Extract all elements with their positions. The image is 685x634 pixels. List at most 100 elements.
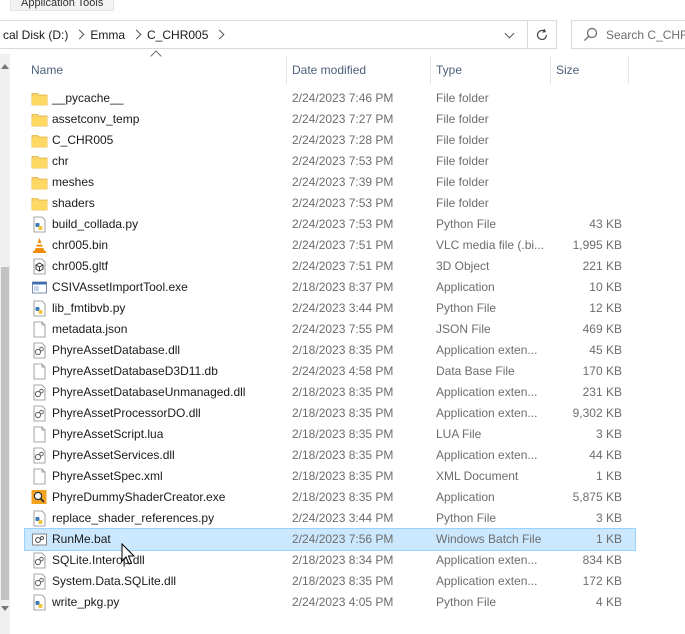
chevron-right-icon[interactable] — [72, 21, 86, 48]
file-date-modified: 2/18/2023 8:35 PM — [292, 385, 394, 399]
column-size[interactable]: Size — [550, 54, 628, 86]
file-date-modified: 2/24/2023 7:39 PM — [292, 175, 394, 189]
address-bar[interactable]: cal Disk (D:) Emma C_CHR005 — [0, 20, 528, 49]
file-row[interactable]: PhyreDummyShaderCreator.exe 2/18/2023 8:3… — [25, 487, 635, 508]
file-row[interactable]: C_CHR005 2/24/2023 7:28 PM File folder — [25, 130, 635, 151]
blank-file-icon — [31, 468, 48, 485]
file-row[interactable]: SQLite.Interop.dll 2/18/2023 8:34 PM Appli… — [25, 550, 635, 571]
file-row[interactable]: shaders 2/24/2023 7:53 PM File folder — [25, 193, 635, 214]
dll-file-icon — [31, 342, 48, 359]
file-type: File folder — [436, 112, 489, 126]
file-row[interactable]: System.Data.SQLite.dll 2/18/2023 8:35 PM A… — [25, 571, 635, 592]
scrollbar-thumb[interactable] — [1, 267, 9, 600]
file-row[interactable]: __pycache__ 2/24/2023 7:46 PM File folder — [25, 88, 635, 109]
folder-icon — [31, 195, 48, 212]
file-row[interactable]: PhyreAssetDatabase.dll 2/18/2023 8:35 PM A… — [25, 340, 635, 361]
file-row[interactable]: PhyreAssetSpec.xml 2/18/2023 8:35 PM XML D… — [25, 466, 635, 487]
file-type: Python File — [436, 511, 497, 525]
file-date-modified: 2/18/2023 8:35 PM — [292, 574, 394, 588]
column-divider[interactable] — [628, 56, 629, 84]
file-type: Application exten... — [436, 406, 538, 420]
file-row[interactable]: chr 2/24/2023 7:53 PM File folder — [25, 151, 635, 172]
file-name: chr005.bin — [52, 238, 109, 252]
file-name: shaders — [52, 196, 95, 210]
file-row[interactable]: PhyreAssetServices.dll 2/18/2023 8:35 PM A… — [25, 445, 635, 466]
file-row[interactable]: metadata.json 2/24/2023 7:55 PM JSON File 4… — [25, 319, 635, 340]
file-name: chr — [52, 154, 69, 168]
file-size: 1 KB — [595, 469, 622, 483]
file-name: meshes — [52, 175, 95, 189]
chevron-right-icon[interactable] — [129, 21, 143, 48]
file-row[interactable]: PhyreAssetProcessorDO.dll 2/18/2023 8:35 … — [25, 403, 635, 424]
file-row[interactable]: lib_fmtibvb.py 2/24/2023 3:44 PM Python Fi… — [25, 298, 635, 319]
vertical-scrollbar[interactable] — [0, 54, 10, 634]
file-date-modified: 2/18/2023 8:35 PM — [292, 406, 394, 420]
file-row[interactable]: PhyreAssetDatabaseUnmanaged.dll 2/18/2023… — [25, 382, 635, 403]
column-name[interactable]: Name — [25, 54, 285, 86]
file-type: File folder — [436, 175, 489, 189]
file-row[interactable]: build_collada.py 2/24/2023 7:53 PM Python … — [25, 214, 635, 235]
file-size: 10 KB — [589, 280, 622, 294]
file-type: XML Document — [436, 469, 519, 483]
file-row[interactable]: CSIVAssetImportTool.exe 2/18/2023 8:37 PM… — [25, 277, 635, 298]
file-row[interactable]: write_pkg.py 2/24/2023 4:05 PM Python File… — [25, 592, 635, 613]
file-name: __pycache__ — [52, 91, 124, 105]
column-type[interactable]: Type — [430, 54, 550, 86]
file-size: 172 KB — [582, 574, 622, 588]
file-name: RunMe.bat — [52, 532, 111, 546]
file-row[interactable]: PhyreAssetDatabaseD3D11.db 2/24/2023 4:58… — [25, 361, 635, 382]
file-date-modified: 2/18/2023 8:37 PM — [292, 280, 394, 294]
scroll-down-icon[interactable] — [1, 606, 9, 611]
file-type: LUA File — [436, 427, 482, 441]
file-type: File folder — [436, 91, 489, 105]
breadcrumb-emma[interactable]: Emma — [86, 28, 129, 42]
address-history-button[interactable] — [497, 21, 521, 48]
refresh-button[interactable] — [527, 20, 557, 49]
tab-application-tools[interactable]: Application Tools — [10, 0, 115, 11]
column-header-row: Name Date modified Type Size — [25, 50, 635, 86]
file-row[interactable]: chr005.gltf 2/24/2023 7:51 PM 3D Object 221… — [25, 256, 635, 277]
search-input[interactable]: Search C_CHR005 — [571, 20, 685, 49]
file-type: File folder — [436, 196, 489, 210]
file-size: 44 KB — [589, 448, 622, 462]
file-type: Application exten... — [436, 574, 538, 588]
file-date-modified: 2/18/2023 8:35 PM — [292, 343, 394, 357]
file-date-modified: 2/24/2023 7:28 PM — [292, 133, 394, 147]
folder-icon — [31, 90, 48, 107]
chevron-right-icon[interactable] — [212, 21, 226, 48]
file-name: PhyreAssetProcessorDO.dll — [52, 406, 201, 420]
file-row[interactable]: PhyreAssetScript.lua 2/18/2023 8:35 PM LUA… — [25, 424, 635, 445]
python-file-icon — [31, 594, 48, 611]
breadcrumb-c-chr005[interactable]: C_CHR005 — [143, 28, 212, 42]
scroll-up-icon[interactable] — [1, 64, 9, 69]
column-date-modified[interactable]: Date modified — [286, 54, 430, 86]
breadcrumb-drive[interactable]: cal Disk (D:) — [0, 28, 72, 42]
file-type: Python File — [436, 595, 497, 609]
vlc-cone-icon — [31, 237, 48, 254]
file-type: Application — [436, 490, 495, 504]
file-date-modified: 2/18/2023 8:35 PM — [292, 490, 394, 504]
file-size: 3 KB — [595, 427, 622, 441]
file-row[interactable]: chr005.bin 2/24/2023 7:51 PM VLC media fil… — [25, 235, 635, 256]
file-name: System.Data.SQLite.dll — [52, 574, 177, 588]
file-size: 170 KB — [582, 364, 622, 378]
file-date-modified: 2/24/2023 7:46 PM — [292, 91, 394, 105]
file-row[interactable]: RunMe.bat 2/24/2023 7:56 PM Windows Batch … — [24, 528, 636, 551]
file-row[interactable]: meshes 2/24/2023 7:39 PM File folder — [25, 172, 635, 193]
file-row[interactable]: assetconv_temp 2/24/2023 7:27 PM File fold… — [25, 109, 635, 130]
folder-icon — [31, 132, 48, 149]
dll-file-icon — [31, 573, 48, 590]
file-row[interactable]: replace_shader_references.py 2/24/2023 3:… — [25, 508, 635, 529]
file-type: JSON File — [436, 322, 491, 336]
file-date-modified: 2/24/2023 4:05 PM — [292, 595, 394, 609]
file-name: PhyreAssetScript.lua — [52, 427, 164, 441]
application-icon — [31, 279, 48, 296]
file-size: 4 KB — [595, 595, 622, 609]
python-file-icon — [31, 300, 48, 317]
file-date-modified: 2/24/2023 4:58 PM — [292, 364, 394, 378]
file-name: assetconv_temp — [52, 112, 140, 126]
dll-file-icon — [31, 405, 48, 422]
file-name: metadata.json — [52, 322, 128, 336]
search-placeholder: Search C_CHR005 — [606, 27, 685, 42]
blank-file-icon — [31, 363, 48, 380]
